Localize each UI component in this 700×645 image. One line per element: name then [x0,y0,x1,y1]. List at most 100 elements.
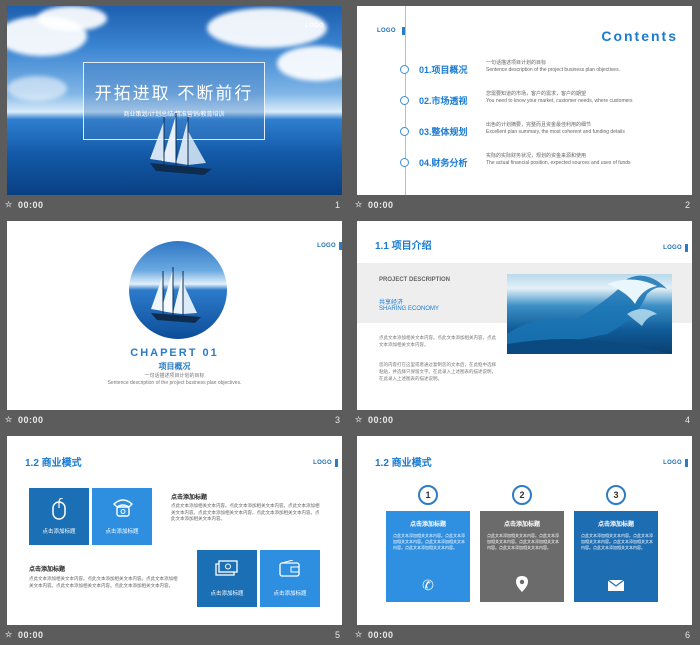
contents-title: Contents [601,28,678,44]
money-icon [215,560,238,576]
wallet-icon [279,560,300,577]
mouse-icon [52,498,66,520]
slide-timing: 00:00 [18,630,44,640]
chapter-label: CHAPERT 01 [130,347,219,359]
wave-icon [507,275,672,354]
contents-item[interactable]: 03.整体规划 出色的计划摘要，完整而且资金最佳利用的细节 Excellent … [399,122,689,142]
desc-en: Sentence description of the project busi… [486,67,620,73]
paragraph-1: 点此文本添加相关文本内容。点此文本添加相关内容。点此文本添加相关文本内容。 [379,335,496,347]
feature-square-label: 点击添加标题 [210,591,244,597]
cloud-shape [7,76,67,101]
desc-cn: 您需要知道的市场，客户的需求，客户的期望 [486,91,587,97]
feature-square-label: 点击添加标题 [273,591,307,597]
wave-image [507,274,672,354]
slide-title: 1.1 项目介绍 [375,241,432,252]
slide-timing: 00:00 [368,630,394,640]
slide-thumbnail-2[interactable]: LOGO Contents 01.项目概况 一句话描述项目计划的目标 Sente… [350,0,700,215]
slide-meta-bar: ☆ 00:00 6 [350,626,700,645]
step-card-text: 点此文本添加相关文本内容。点此文本添加相关文本内容。点此文本添加相关文本内容。点… [487,533,559,550]
step-card[interactable]: 点击添加标题 点此文本添加相关文本内容。点此文本添加相关文本内容。点此文本添加相… [386,511,470,602]
contents-item[interactable]: 02.市场透视 您需要知道的市场，客户的需求，客户的期望 You need to… [399,91,689,111]
ship-circle-image [129,241,227,339]
contents-item-desc: 您需要知道的市场，客户的需求，客户的期望 You need to know yo… [486,91,633,105]
feature-square[interactable]: 点击添加标题 [92,488,152,545]
location-pin-icon [516,576,528,592]
slide-timing: 00:00 [368,415,394,425]
desc-en: The actual financial position, expected … [486,160,631,166]
logo-accent-bar [685,459,688,467]
timeline-dot [400,96,409,105]
contents-item-desc: 一句话描述项目计划的目标 Sentence description of the… [486,60,620,74]
contents-item-desc: 出色的计划摘要，完整而且资金最佳利用的细节 Excellent plan sum… [486,122,625,136]
contents-item[interactable]: 01.项目概况 一句话描述项目计划的目标 Sentence descriptio… [399,60,689,80]
contents-item-label: 02.市场透视 [419,96,468,106]
star-icon: ☆ [355,415,363,424]
slide-meta-bar: ☆ 00:00 3 [0,411,350,430]
contents-item[interactable]: 04.财务分析 实际的实际财务状况，规划的资金来源和使用 The actual … [399,153,689,173]
star-icon: ☆ [5,630,13,639]
slide-6-canvas[interactable]: 1.2 商业模式 LOGO 1 2 3 点击添加标题 点此文本添加相关文本内容。… [357,436,692,625]
text-block-body: 点此文本添加相关文本内容。点此文本添加相关文本内容。点此文本添加相关文本内容。点… [171,503,320,521]
slide-1-canvas[interactable]: LOGO 开拓进取 不断前行 商业策划/计划总结/精准营销/教育培训 [7,6,342,195]
chapter-name: 项目概况 [158,362,191,371]
logo-text: LOGO [377,28,396,34]
step-card-title: 点击添加标题 [503,522,540,528]
step-number-circle: 2 [512,485,532,505]
slide-thumbnail-5[interactable]: 1.2 商业模式 LOGO 点击添加标题 点击添加标题 点击添加标题 点击添加标… [0,430,350,645]
paragraph-2: 您的内容打在这里或者通过复制您的文本后，在此框中选择粘贴，并选择只保留文字。在此… [379,362,496,381]
feature-square[interactable]: 点击添加标题 [260,550,320,607]
desc-en: You need to know your market, customer n… [486,98,633,104]
sailing-ship-icon [150,113,212,175]
logo-text: LOGO [317,243,336,249]
step-card-text: 点此文本添加相关文本内容。点此文本添加相关文本内容。点此文本添加相关文本内容。点… [581,533,653,550]
desc-cn: 出色的计划摘要，完整而且资金最佳利用的细节 [486,122,592,128]
feature-square-label: 点击添加标题 [105,529,139,535]
slide-2-canvas[interactable]: LOGO Contents 01.项目概况 一句话描述项目计划的目标 Sente… [357,6,692,195]
telephone-icon [112,499,134,517]
logo-accent-bar [685,244,688,252]
slide-meta-bar: ☆ 00:00 5 [0,626,350,645]
phone-icon: ✆ [422,577,434,593]
slide-thumbnail-4[interactable]: 1.1 项目介绍 LOGO PROJECT DESCRIPTION 共享经济 S… [350,215,700,430]
step-card[interactable]: 点击添加标题 点此文本添加相关文本内容。点此文本添加相关文本内容。点此文本添加相… [574,511,658,602]
slide-thumbnail-3[interactable]: LOGO CHAPERT 01 项目概况 一句话描述项目计划的目标 Senten… [0,215,350,430]
step-card-text: 点此文本添加相关文本内容。点此文本添加相关文本内容。点此文本添加相关文本内容。点… [393,533,465,550]
logo-text: LOGO [663,245,682,251]
timeline-dot [400,127,409,136]
contents-item-desc: 实际的实际财务状况，规划的资金来源和使用 The actual financia… [486,153,631,167]
feature-square[interactable]: 点击添加标题 [29,488,89,545]
step-card-title: 点击添加标题 [597,522,634,528]
slide-number: 1 [334,200,340,210]
slide-5-canvas[interactable]: 1.2 商业模式 LOGO 点击添加标题 点击添加标题 点击添加标题 点击添加标… [7,436,342,625]
slide-number: 5 [334,630,340,640]
contents-item-label: 03.整体规划 [419,127,468,137]
logo-text: LOGO [313,460,332,466]
slide-meta-bar: ☆ 00:00 1 [0,196,350,215]
slide-thumbnail-6[interactable]: 1.2 商业模式 LOGO 1 2 3 点击添加标题 点此文本添加相关文本内容。… [350,430,700,645]
logo-accent-bar [335,459,338,467]
step-number-circle: 1 [418,485,438,505]
slide-number: 6 [684,630,690,640]
step-card[interactable]: 点击添加标题 点此文本添加相关文本内容。点此文本添加相关文本内容。点此文本添加相… [480,511,564,602]
feature-square[interactable]: 点击添加标题 [197,550,257,607]
sharing-economy-cn: 共享经济 [379,300,404,306]
logo-text: LOGO [663,460,682,466]
timeline-dot [400,158,409,167]
desc-cn: 一句话描述项目计划的目标 [144,373,205,379]
text-block-heading: 点击添加标题 [29,567,66,573]
slide-thumbnail-1[interactable]: LOGO 开拓进取 不断前行 商业策划/计划总结/精准营销/教育培训 ☆ 00:… [0,0,350,215]
timeline-dot [400,65,409,74]
slide-number: 3 [334,415,340,425]
text-block-heading: 点击添加标题 [171,495,208,501]
star-icon: ☆ [5,200,13,209]
text-block-body: 点此文本添加相关文本内容。点此文本添加相关文本内容。点此文本添加相关文本内容。点… [29,576,178,588]
star-icon: ☆ [5,415,13,424]
slide-timing: 00:00 [368,200,394,210]
desc-en: Excellent plan summary, the most coheren… [486,129,625,135]
slide-timing: 00:00 [18,415,44,425]
feature-square-label: 点击添加标题 [42,529,76,535]
slide-title: 1.2 商业模式 [25,458,82,469]
slide-title: 1.2 商业模式 [375,458,432,469]
slide-4-canvas[interactable]: 1.1 项目介绍 LOGO PROJECT DESCRIPTION 共享经济 S… [357,221,692,410]
slide-3-canvas[interactable]: LOGO CHAPERT 01 项目概况 一句话描述项目计划的目标 Senten… [7,221,342,410]
